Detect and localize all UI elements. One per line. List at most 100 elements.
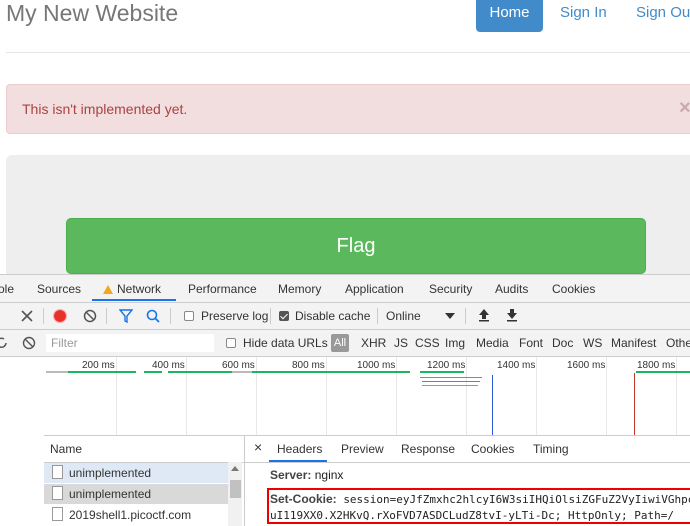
header-set-cookie: Set-Cookie: session=eyJfZmxhc2hlcyI6W3si… — [270, 492, 690, 506]
tab-audits[interactable]: Audits — [495, 282, 528, 296]
timeline-bar — [252, 371, 344, 373]
toolbar-separator — [170, 308, 171, 324]
timeline-gridline — [186, 357, 187, 435]
filter-type-all[interactable]: All — [331, 334, 349, 352]
tab-cookies[interactable]: Cookies — [552, 282, 595, 296]
document-icon — [52, 465, 63, 479]
header-value: nginx — [314, 468, 344, 482]
timeline-label: 600 ms — [222, 360, 255, 371]
tab-sources[interactable]: Sources — [37, 282, 81, 296]
scroll-thumb[interactable] — [230, 480, 241, 498]
nav-signout-link[interactable]: Sign Out — [636, 4, 690, 21]
tab-network[interactable]: Network — [103, 282, 161, 296]
filter-type-xhr[interactable]: XHR — [361, 336, 386, 350]
preserve-log-checkbox[interactable] — [184, 311, 194, 321]
load-event-marker — [634, 373, 635, 435]
filter-type-ws[interactable]: WS — [583, 336, 602, 350]
timeline-bar — [46, 371, 68, 373]
detail-tab-timing[interactable]: Timing — [533, 442, 569, 456]
header-key: Server: — [270, 468, 312, 482]
tab-security[interactable]: Security — [429, 282, 472, 296]
hide-data-urls-checkbox[interactable] — [226, 338, 236, 348]
timeline-bar — [168, 371, 232, 373]
toolbar-separator — [270, 308, 271, 324]
alert-message: This isn't implemented yet. — [22, 101, 188, 117]
filter-type-font[interactable]: Font — [519, 336, 543, 350]
timeline-label: 1000 ms — [357, 360, 396, 371]
request-list: Name unimplemented unimplemented 2019she… — [44, 436, 245, 526]
nav-signin-link[interactable]: Sign In — [560, 4, 607, 21]
filter-type-media[interactable]: Media — [476, 336, 509, 350]
close-detail-icon[interactable]: × — [254, 439, 262, 455]
filter-type-img[interactable]: Img — [445, 336, 465, 350]
header-value: session=eyJfZmxhc2hlcyI6W3siIHQiOlsiZGFu… — [343, 493, 690, 506]
nav-home-button[interactable]: Home — [476, 0, 543, 32]
timeline-label: 1600 ms — [567, 360, 606, 371]
tab-console[interactable]: ole — [0, 282, 14, 296]
filter-type-doc[interactable]: Doc — [552, 336, 573, 350]
timeline-label: 800 ms — [292, 360, 325, 371]
timeline-gridline — [326, 357, 327, 435]
record-icon[interactable] — [53, 309, 67, 323]
request-detail-panel: × Headers Preview Response Cookies Timin… — [245, 436, 690, 526]
request-name: 2019shell1.picoctf.com — [69, 508, 192, 522]
filter-type-css[interactable]: CSS — [415, 336, 440, 350]
import-har-icon[interactable] — [478, 308, 490, 322]
timeline-label: 1200 ms — [427, 360, 466, 371]
detail-tab-response[interactable]: Response — [401, 442, 455, 456]
header-key: Set-Cookie: — [270, 492, 337, 506]
header-divider — [6, 52, 690, 53]
flag-button[interactable]: Flag — [66, 218, 646, 274]
clear-icon[interactable] — [83, 309, 97, 323]
toolbar-separator — [106, 308, 107, 324]
table-row[interactable]: 2019shell1.picoctf.com — [44, 505, 228, 525]
tab-application[interactable]: Application — [345, 282, 404, 296]
timeline-gridline — [676, 357, 677, 435]
network-toolbar: Preserve log Disable cache Online — [0, 303, 690, 330]
filter-type-other[interactable]: Othe — [666, 336, 690, 350]
filter-type-manifest[interactable]: Manifest — [611, 336, 656, 350]
refresh-icon[interactable] — [0, 336, 8, 350]
close-drawer-icon[interactable] — [21, 310, 33, 322]
detail-tab-cookies[interactable]: Cookies — [471, 442, 514, 456]
timeline-label: 1800 ms — [637, 360, 676, 371]
timeline-bar — [422, 385, 478, 386]
tab-memory[interactable]: Memory — [278, 282, 321, 296]
timeline-gridline — [606, 357, 607, 435]
alert-danger: This isn't implemented yet. × — [6, 84, 690, 134]
block-icon[interactable] — [22, 336, 36, 350]
devtools-panel: ole Sources Network Performance Memory A… — [0, 274, 690, 526]
disable-cache-checkbox[interactable] — [279, 311, 289, 321]
filter-type-js[interactable]: JS — [394, 336, 408, 350]
detail-tab-headers[interactable]: Headers — [277, 442, 322, 456]
timeline-bar — [420, 377, 482, 378]
preserve-log-label: Preserve log — [201, 309, 269, 323]
name-column-header[interactable]: Name — [50, 442, 82, 456]
filter-icon[interactable] — [119, 309, 133, 323]
alert-close-icon[interactable]: × — [679, 97, 690, 120]
timeline-bar — [636, 371, 690, 373]
detail-tab-preview[interactable]: Preview — [341, 442, 384, 456]
site-title[interactable]: My New Website — [6, 0, 178, 27]
timeline-bar — [420, 371, 464, 373]
toolbar-separator — [377, 308, 378, 324]
request-name: unimplemented — [69, 487, 152, 501]
export-har-icon[interactable] — [506, 308, 518, 322]
domcontentloaded-marker — [492, 375, 493, 435]
throttle-select[interactable]: Online — [386, 309, 421, 323]
filter-input[interactable]: Filter — [46, 334, 214, 352]
network-filter-bar: Filter Hide data URLs All XHR JS CSS Img… — [0, 330, 690, 357]
tab-network-label: Network — [117, 282, 162, 296]
network-overview-timeline[interactable]: 200 ms 400 ms 600 ms 800 ms 1000 ms 1200… — [44, 357, 690, 436]
table-row[interactable]: unimplemented — [44, 484, 228, 504]
toolbar-separator — [43, 308, 44, 324]
table-row[interactable]: unimplemented — [44, 463, 228, 483]
tab-performance[interactable]: Performance — [188, 282, 257, 296]
document-icon — [52, 486, 63, 500]
search-icon[interactable] — [146, 309, 160, 323]
timeline-bar — [422, 381, 480, 382]
scroll-up-icon[interactable] — [231, 465, 239, 471]
chevron-down-icon[interactable] — [445, 313, 455, 319]
request-name: unimplemented — [69, 466, 152, 480]
warning-icon — [103, 285, 113, 294]
